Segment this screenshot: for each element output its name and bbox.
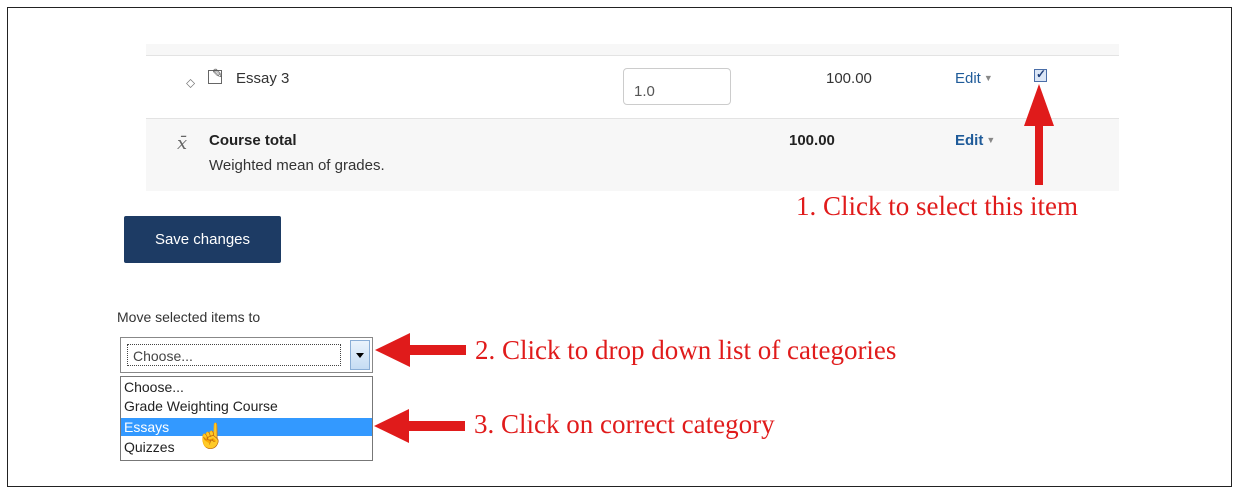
arrow-icon xyxy=(375,333,466,367)
annotation-step-2: 2. Click to drop down list of categories xyxy=(475,335,897,365)
arrow-icon xyxy=(374,409,465,443)
annotation-step-3: 3. Click on correct category xyxy=(474,409,775,439)
annotation-step-1: 1. Click to select this item xyxy=(796,191,1078,221)
arrow-icon xyxy=(1024,84,1054,185)
